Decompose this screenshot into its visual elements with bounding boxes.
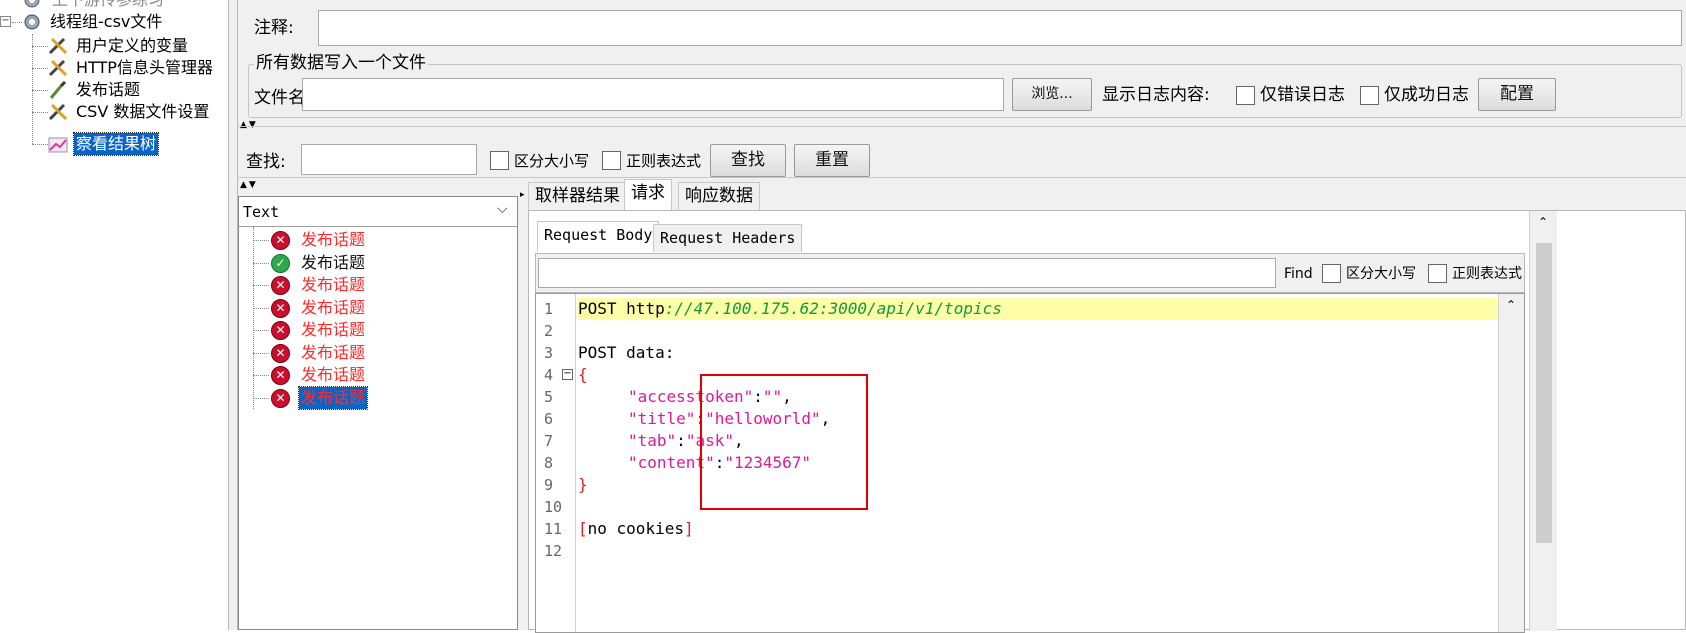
write-results-group-title: 所有数据写入一个文件 — [254, 53, 428, 73]
subtab-request-body[interactable]: Request Body — [537, 221, 660, 252]
line-number: 12 — [544, 542, 563, 560]
code-line-3: POST data: — [578, 343, 675, 362]
code-line-1: POST http://47.100.175.62:3000/api/v1/to… — [578, 298, 1498, 320]
filename-label: 文件名 — [254, 88, 305, 108]
line-number: 8 — [544, 454, 554, 472]
error-shield-icon: ✕ — [271, 388, 290, 408]
annotation-rectangle — [700, 374, 868, 510]
line-number: 11 — [544, 520, 563, 538]
body-find-label: Find — [1284, 266, 1313, 282]
line-number: 1 — [544, 300, 554, 318]
log-content-label: 显示日志内容: — [1102, 85, 1210, 105]
result-label: 发布话题 — [301, 320, 366, 339]
results-list: ✕ 发布话题 ✓ 发布话题 ✕ 发布话题 ✕ 发布话题 ✕ 发布话题 ✕ 发布话题 ✕ 发布话题 ✕ 发布话题 — [239, 227, 517, 627]
body-find-bar: Find 区分大小写 正则表达式 — [535, 253, 1525, 293]
success-shield-icon: ✓ — [271, 253, 290, 273]
code-line-11: [no cookies] — [578, 519, 694, 538]
line-number-gutter: 1 2 3 4 5 6 7 8 9 10 11 12 — [536, 294, 576, 632]
error-shield-icon: ✕ — [271, 276, 290, 295]
result-label: 发布话题 — [301, 342, 366, 362]
result-label: 发布话题 — [301, 365, 366, 384]
results-tree-pane: Text ⌵ ✕ 发布话题 ✓ 发布话题 ✕ 发布话题 ✕ 发布话题 ✕ 发布话题 ✕ 发布话题 ✕ 发布… — [238, 196, 518, 630]
chevron-down-icon: ⌵ — [497, 201, 508, 217]
success-only-label: 仅成功日志 — [1384, 85, 1469, 105]
view-results-tree-panel: 注释: 所有数据写入一个文件 文件名 浏览... 显示日志内容: 仅错误日志 仅… — [238, 0, 1686, 633]
browse-button[interactable]: 浏览... — [1012, 78, 1092, 111]
search-reset-button[interactable]: 重置 — [794, 144, 870, 177]
result-label: 发布话题 — [301, 230, 366, 249]
errors-only-checkbox[interactable] — [1236, 86, 1255, 105]
pane-splitter[interactable]: ▸ — [520, 190, 526, 630]
scroll-up-icon[interactable]: ⌃ — [1538, 215, 1548, 229]
comment-label: 注释: — [254, 18, 294, 38]
test-plan-tree: 上下游传参练习 − 线程组-csv文件 用户定义的变量 HTTP信息头管理器 发… — [0, 0, 228, 630]
search-label: 查找: — [246, 152, 286, 172]
configure-button[interactable]: 配置 — [1478, 78, 1556, 111]
request-panel: Request Body Request Headers Find 区分大小写 … — [528, 210, 1686, 633]
code-line-9: } — [578, 475, 588, 494]
error-shield-icon: ✕ — [271, 231, 290, 250]
wrench-scissors-icon — [48, 103, 68, 121]
editor-scrollbar[interactable]: ⌃ — [1498, 294, 1524, 632]
line-number: 2 — [544, 322, 554, 340]
gear-icon — [24, 0, 40, 8]
line-number: 7 — [544, 432, 554, 450]
filename-field[interactable] — [302, 78, 1004, 111]
success-only-checkbox[interactable] — [1360, 86, 1379, 105]
subtab-request-headers[interactable]: Request Headers — [653, 224, 803, 252]
renderer-select[interactable]: Text ⌵ — [239, 197, 517, 227]
line-number: 9 — [544, 476, 554, 494]
tab-sampler-result[interactable]: 取样器结果 — [528, 182, 627, 210]
result-label: 发布话题 — [301, 252, 366, 272]
splitter[interactable] — [228, 0, 238, 630]
result-label: 发布话题 — [297, 385, 369, 410]
comment-field[interactable] — [318, 10, 1682, 46]
errors-only-label: 仅错误日志 — [1260, 85, 1345, 105]
scroll-up-icon[interactable]: ⌃ — [1506, 298, 1516, 312]
result-label: 发布话题 — [301, 297, 366, 317]
search-regex-label: 正则表达式 — [626, 152, 702, 170]
error-shield-icon: ✕ — [271, 298, 290, 318]
body-case-label: 区分大小写 — [1346, 266, 1416, 282]
renderer-select-value: Text — [243, 203, 280, 221]
collapse-toggle[interactable]: − — [0, 16, 11, 27]
line-number: 6 — [544, 410, 554, 428]
panel-scrollbar[interactable]: ⌃ — [1529, 211, 1557, 631]
line-number: 3 — [544, 344, 554, 362]
body-regex-label: 正则表达式 — [1452, 266, 1522, 282]
tab-response-data[interactable]: 响应数据 — [678, 182, 760, 210]
search-find-button[interactable]: 查找 — [710, 144, 786, 177]
request-subtabs: Request Body Request Headers — [529, 221, 1529, 253]
search-case-label: 区分大小写 — [514, 152, 590, 170]
wrench-scissors-icon — [48, 37, 68, 55]
line-number: 10 — [544, 498, 563, 516]
line-number: 5 — [544, 388, 554, 406]
result-tabs: 取样器结果 请求 响应数据 Request Body Request Heade… — [528, 179, 1686, 633]
result-label: 发布话题 — [301, 275, 366, 294]
search-field[interactable] — [301, 144, 477, 175]
error-shield-icon: ✕ — [271, 366, 290, 385]
divider-collapse-arrows[interactable]: ▲▼ — [240, 180, 258, 190]
tab-request[interactable]: 请求 — [624, 179, 672, 210]
body-case-checkbox[interactable] — [1322, 264, 1341, 283]
scroll-thumb[interactable] — [1536, 243, 1552, 543]
request-body-editor[interactable]: 1 2 3 4 5 6 7 8 9 10 11 12 POST http://47.100.175.6… — [535, 293, 1525, 633]
gear-icon — [24, 14, 40, 30]
search-regex-checkbox[interactable] — [602, 151, 621, 170]
body-find-field[interactable] — [538, 258, 1276, 288]
search-case-checkbox[interactable] — [490, 151, 509, 170]
body-regex-checkbox[interactable] — [1428, 264, 1447, 283]
code-line-4: { — [578, 365, 588, 384]
fold-toggle[interactable]: − — [562, 369, 573, 380]
error-shield-icon: ✕ — [271, 343, 290, 363]
graph-icon — [48, 137, 68, 153]
pipette-icon — [49, 81, 67, 99]
error-shield-icon: ✕ — [271, 321, 290, 340]
wrench-scissors-icon — [48, 59, 68, 77]
